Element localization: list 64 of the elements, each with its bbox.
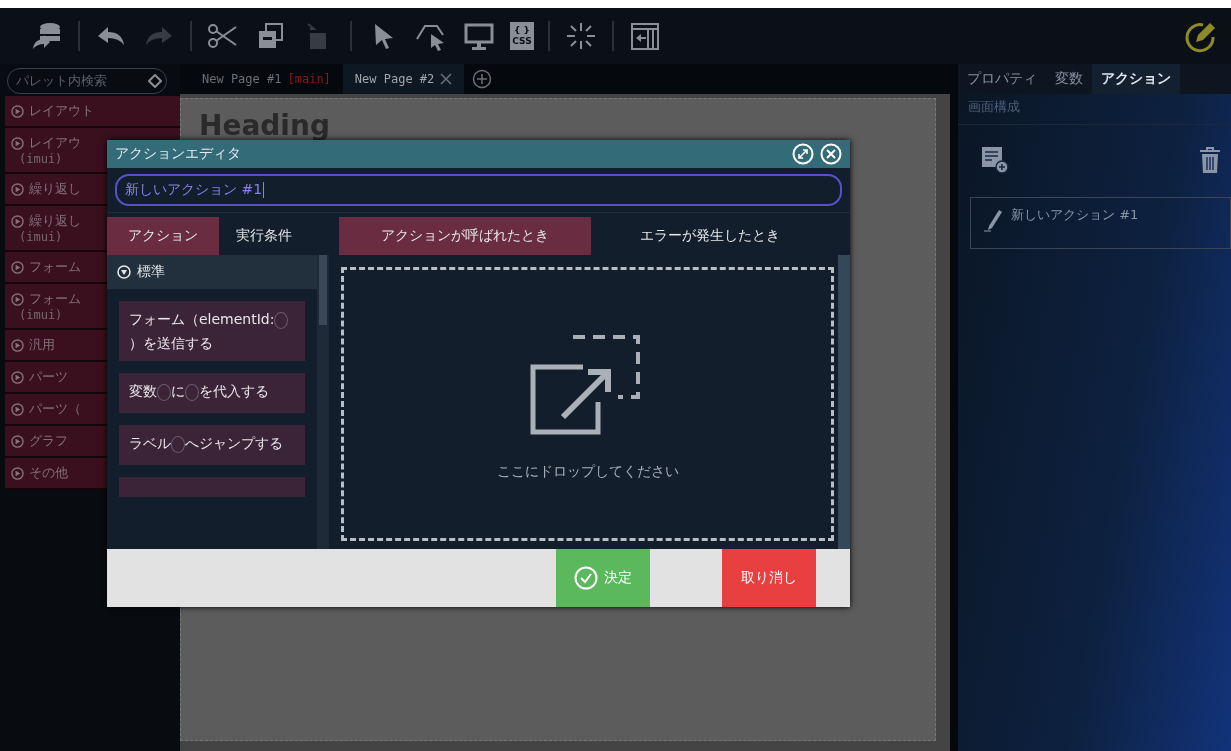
sparkle-icon[interactable] (564, 21, 598, 51)
expand-icon[interactable] (792, 143, 814, 165)
block-text: を代入する (199, 383, 269, 399)
play-circle-icon (11, 292, 24, 306)
block-text: へジャンプする (185, 435, 283, 451)
scrollbar-thumb[interactable] (319, 255, 327, 325)
page-tab[interactable]: New Page #1 [main] (190, 64, 343, 94)
category-label: パーツ (29, 368, 68, 386)
category-label: 繰り返し (29, 212, 81, 230)
action-list-item[interactable]: 新しいアクション #1 (970, 197, 1231, 249)
play-circle-icon (11, 402, 24, 416)
play-circle-icon (11, 104, 24, 118)
event-tab[interactable]: エラーが発生したとき (591, 217, 828, 255)
category-label: パーツ（ (29, 400, 81, 418)
panel-tab[interactable]: アクション (1092, 64, 1180, 94)
drop-zone[interactable]: ここにドロップしてください (341, 267, 834, 541)
palette-category[interactable]: レイアウト (5, 96, 180, 128)
play-circle-icon (11, 260, 24, 274)
action-block[interactable]: ラベル へジャンプする (119, 425, 305, 465)
category-label: 汎用 (29, 336, 55, 354)
check-circle-icon (574, 566, 598, 590)
category-label: 標準 (137, 263, 165, 281)
play-circle-icon (11, 214, 24, 228)
play-circle-icon (11, 182, 24, 196)
add-tab-icon[interactable] (472, 69, 493, 89)
category-label: その他 (29, 464, 68, 482)
category-label: レイアウ (29, 134, 81, 152)
add-document-icon[interactable] (980, 145, 1010, 175)
category-label: 繰り返し (29, 180, 81, 198)
play-circle-icon (11, 370, 24, 384)
panel-tab[interactable]: 変数 (1046, 64, 1092, 94)
block-text: ラベル (129, 435, 171, 451)
main-tag: [main] (287, 72, 331, 86)
action-name-field[interactable]: 新しいアクション #1 (115, 174, 842, 206)
cancel-button[interactable]: 取り消し (722, 549, 816, 607)
editor-tab[interactable]: アクション (107, 217, 219, 255)
play-circle-icon (11, 136, 24, 150)
action-block[interactable]: フォーム（elementId: ）を送信する (119, 301, 305, 361)
monitor-icon[interactable] (462, 21, 496, 51)
category-label: フォーム (29, 258, 81, 276)
category-label: グラフ (29, 432, 68, 450)
css-file-icon[interactable]: { } CSS (510, 22, 534, 50)
category-sublabel: (imui) (18, 152, 63, 166)
editor-tab[interactable]: 実行条件 (219, 217, 309, 255)
panel-layout-icon[interactable] (628, 21, 662, 51)
panel-subtitle: 画面構成 (958, 94, 1231, 125)
play-circle-icon (11, 434, 24, 448)
drop-hint: ここにドロップしてください (496, 463, 679, 481)
play-circle-icon (11, 466, 24, 480)
category-sublabel: (imui) (18, 230, 63, 244)
page-tab-label: New Page #1 (202, 72, 282, 86)
category-header[interactable]: 標準 (107, 255, 317, 289)
action-name: 新しいアクション #1 (1011, 206, 1139, 224)
trash-icon[interactable] (1199, 145, 1221, 175)
page-tab-label: New Page #2 (354, 72, 435, 86)
category-label: レイアウト (29, 102, 94, 120)
category-label: フォーム (29, 290, 81, 308)
scrollbar-track[interactable] (838, 255, 850, 549)
play-circle-icon (11, 338, 24, 352)
event-tab[interactable]: アクションが呼ばれたとき (339, 217, 591, 255)
close-icon[interactable] (440, 73, 453, 85)
page-tab[interactable]: New Page #2 (342, 64, 465, 94)
panel-tab[interactable]: プロパティ (958, 64, 1046, 94)
category-sublabel: (imui) (18, 308, 63, 322)
